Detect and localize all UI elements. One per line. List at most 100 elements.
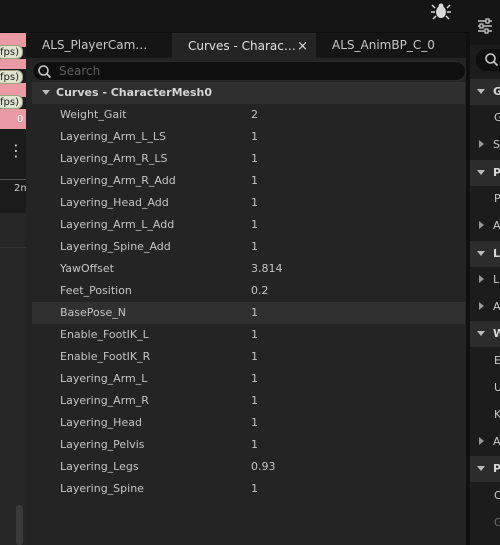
category-label: W <box>493 327 500 340</box>
property-label: U <box>494 381 500 394</box>
curve-value: 1 <box>251 218 258 231</box>
curve-name: Layering_Head_Add <box>60 196 169 209</box>
details-category[interactable]: G <box>470 79 500 105</box>
details-property[interactable]: O <box>470 483 500 509</box>
curve-value: 1 <box>251 306 258 319</box>
chevron-down-icon <box>477 331 485 336</box>
kebab-menu-icon[interactable]: ⋮ <box>8 143 24 159</box>
details-property[interactable]: U <box>470 375 500 401</box>
list-item[interactable]: YawOffset 3.814 <box>32 258 465 280</box>
curve-value: 0.93 <box>251 460 276 473</box>
list-item[interactable]: Layering_Arm_L_Add 1 <box>32 214 465 236</box>
chevron-down-icon <box>477 251 485 256</box>
search-icon <box>38 65 52 79</box>
list-item[interactable]: BasePose_N 1 <box>32 302 465 324</box>
list-item[interactable]: Layering_Arm_R_Add 1 <box>32 170 465 192</box>
list-item[interactable]: Enable_FootIK_R 1 <box>32 346 465 368</box>
chevron-right-icon <box>479 140 484 148</box>
curve-name: Layering_Spine <box>60 482 144 495</box>
search-input[interactable] <box>59 63 439 79</box>
chevron-right-icon <box>479 221 484 229</box>
list-item[interactable]: Layering_Head_Add 1 <box>32 192 465 214</box>
curve-name: Weight_Gait <box>60 108 127 121</box>
details-property[interactable]: P <box>470 186 500 212</box>
property-label: K <box>494 408 500 421</box>
details-property[interactable]: E <box>470 348 500 374</box>
curve-name: Layering_Arm_L_Add <box>60 218 175 231</box>
fps-badge: fps) <box>0 95 23 109</box>
curve-name: Layering_Legs <box>60 460 139 473</box>
curve-value: 1 <box>251 372 258 385</box>
list-item[interactable]: Feet_Position 0.2 <box>32 280 465 302</box>
details-toolbar <box>470 0 500 45</box>
scrollbar[interactable] <box>16 505 23 545</box>
timeline-ruler <box>0 168 26 180</box>
curve-value: 2 <box>251 108 258 121</box>
chevron-down-icon <box>477 170 485 175</box>
details-category[interactable]: P <box>470 160 500 186</box>
category-label: L <box>493 247 500 260</box>
viewport-lower-panel <box>0 213 26 545</box>
subgroup-label: L <box>493 273 500 286</box>
list-item[interactable]: Weight_Gait 2 <box>32 104 465 126</box>
details-subgroup[interactable]: L <box>470 267 500 293</box>
property-label: E <box>494 354 500 367</box>
curve-name: Layering_Pelvis <box>60 438 145 451</box>
curve-value: 1 <box>251 482 258 495</box>
curve-value: 1 <box>251 394 258 407</box>
chevron-down-icon <box>477 89 485 94</box>
curve-name: Enable_FootIK_R <box>60 350 151 363</box>
bug-icon[interactable] <box>431 2 451 20</box>
chevron-right-icon <box>479 302 484 310</box>
details-category[interactable]: P <box>470 456 500 482</box>
subgroup-label: A <box>493 219 500 232</box>
list-item[interactable]: Layering_Arm_R 1 <box>32 390 465 412</box>
list-item[interactable]: Layering_Spine 1 <box>32 478 465 500</box>
chevron-right-icon <box>479 437 484 445</box>
curve-value: 1 <box>251 152 258 165</box>
details-category[interactable]: W <box>470 321 500 347</box>
list-item[interactable]: Enable_FootIK_L 1 <box>32 324 465 346</box>
close-icon[interactable]: × <box>297 34 308 58</box>
details-subgroup[interactable]: A <box>470 294 500 320</box>
property-label: O <box>494 489 500 502</box>
list-item[interactable]: Layering_Arm_L_LS 1 <box>32 126 465 148</box>
list-item[interactable]: Layering_Pelvis 1 <box>32 434 465 456</box>
chevron-down-icon <box>477 466 485 471</box>
viewport-bar <box>0 59 26 69</box>
top-toolbar <box>0 0 500 33</box>
details-property[interactable]: G <box>470 105 500 131</box>
details-category[interactable]: L <box>470 241 500 267</box>
curve-name: Layering_Arm_L <box>60 372 148 385</box>
tab-bar: ALS_PlayerCam… Curves - Charac… × ALS_An… <box>26 33 470 58</box>
curves-list: Weight_Gait 2 Layering_Arm_L_LS 1 Layering… <box>32 104 465 500</box>
curves-section-header[interactable]: Curves - CharacterMesh0 <box>32 82 465 104</box>
details-search[interactable] <box>476 49 500 71</box>
curve-name: Layering_Arm_R_Add <box>60 174 176 187</box>
sliders-icon[interactable] <box>477 18 493 34</box>
curve-value: 0.2 <box>251 284 269 297</box>
list-item[interactable]: Layering_Arm_R_LS 1 <box>32 148 465 170</box>
tab-curves[interactable]: Curves - Charac… × <box>172 33 316 58</box>
details-property[interactable]: G <box>470 510 500 536</box>
list-item[interactable]: Layering_Spine_Add 1 <box>32 236 465 258</box>
list-item[interactable]: Layering_Legs 0.93 <box>32 456 465 478</box>
curve-name: Layering_Head <box>60 416 142 429</box>
details-panel: G G S P P A L L A W E U K A P O G <box>470 0 500 545</box>
curve-name: BasePose_N <box>60 306 126 319</box>
details-subgroup[interactable]: A <box>470 213 500 239</box>
list-item[interactable]: Layering_Head 1 <box>32 412 465 434</box>
curve-name: Layering_Arm_R_LS <box>60 152 168 165</box>
list-item[interactable]: Layering_Arm_L 1 <box>32 368 465 390</box>
curve-name: Layering_Arm_R <box>60 394 149 407</box>
category-label: P <box>493 462 500 475</box>
details-subgroup[interactable]: S <box>470 132 500 158</box>
tab-als-playercam[interactable]: ALS_PlayerCam… <box>26 33 172 58</box>
subgroup-label: A <box>493 435 500 448</box>
tab-als-animbp[interactable]: ALS_AnimBP_C_0 <box>316 33 470 58</box>
details-property[interactable]: K <box>470 402 500 428</box>
tab-label: Curves - Charac… <box>188 39 296 53</box>
viewport-strip: fps) fps) fps) 0 ⋮ 2m <box>0 33 30 545</box>
curve-name: YawOffset <box>60 262 114 275</box>
details-subgroup[interactable]: A <box>470 429 500 455</box>
